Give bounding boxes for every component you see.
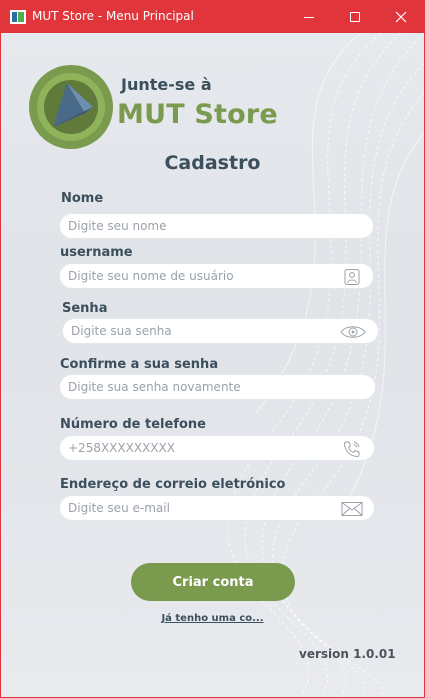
username-input[interactable]	[68, 264, 338, 288]
username-label: username	[60, 245, 133, 260]
minimize-button[interactable]	[286, 1, 332, 33]
phone-icon	[343, 441, 360, 458]
password-field[interactable]	[62, 318, 379, 344]
version-label: version 1.0.01	[299, 647, 396, 661]
confirm-password-input[interactable]	[68, 375, 363, 399]
confirm-password-label: Confirme a sua senha	[60, 357, 219, 372]
email-field[interactable]	[59, 495, 375, 521]
app-icon	[10, 10, 26, 24]
maximize-icon	[350, 12, 360, 22]
phone-input[interactable]	[68, 436, 338, 460]
username-field[interactable]	[59, 263, 374, 289]
user-icon	[344, 269, 360, 285]
phone-label: Número de telefone	[60, 417, 206, 432]
main-content: Junte-se à MUT Store Cadastro Nome usern…	[1, 33, 424, 697]
name-field[interactable]	[59, 213, 374, 239]
title-bar[interactable]: MUT Store - Menu Principal	[1, 1, 424, 33]
password-label: Senha	[62, 301, 108, 316]
confirm-password-field[interactable]	[59, 374, 376, 400]
mail-icon	[341, 502, 363, 516]
minimize-icon	[304, 17, 314, 18]
email-input[interactable]	[68, 496, 338, 520]
mut-store-logo	[29, 65, 113, 149]
name-input[interactable]	[68, 214, 358, 238]
app-window: MUT Store - Menu Principal Junte-se à MU…	[0, 0, 425, 698]
name-label: Nome	[61, 191, 104, 206]
close-button[interactable]	[378, 1, 424, 33]
maximize-button[interactable]	[332, 1, 378, 33]
login-link[interactable]: Já tenho uma co...	[1, 613, 424, 624]
join-tagline: Junte-se à	[121, 75, 212, 94]
phone-field[interactable]	[59, 435, 375, 461]
eye-icon[interactable]	[340, 324, 366, 340]
email-label: Endereço de correio eletrónico	[60, 477, 286, 492]
password-input[interactable]	[71, 319, 336, 343]
page-title: Cadastro	[164, 152, 261, 174]
brand-name: MUT Store	[117, 99, 278, 130]
close-icon	[395, 11, 407, 23]
window-title: MUT Store - Menu Principal	[32, 9, 194, 23]
create-account-button[interactable]: Criar conta	[131, 563, 295, 601]
